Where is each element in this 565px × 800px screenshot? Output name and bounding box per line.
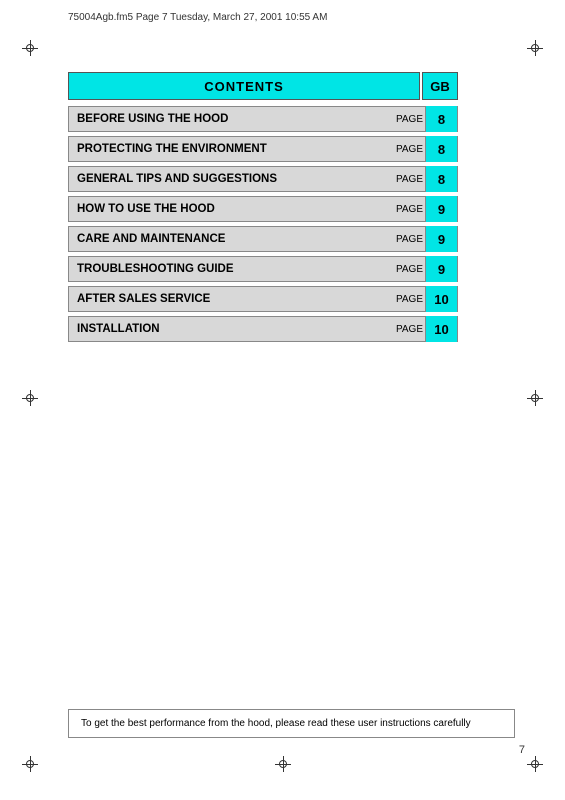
toc-page-word: PAGE [396, 294, 423, 305]
toc-row: HOW TO USE THE HOOD PAGE 9 [68, 196, 458, 222]
toc-item-page: PAGE 10 [377, 286, 457, 312]
toc-item-page: PAGE 9 [377, 226, 457, 252]
toc-item-label: GENERAL TIPS AND SUGGESTIONS [69, 173, 377, 185]
contents-gb-box: GB [422, 72, 458, 100]
toc-page-word: PAGE [396, 324, 423, 335]
toc-page-num: 9 [438, 232, 445, 247]
toc-row: CARE AND MAINTENANCE PAGE 9 [68, 226, 458, 252]
toc-page-num-box: 8 [425, 166, 457, 192]
toc-item-page: PAGE 8 [377, 166, 457, 192]
toc-item-page: PAGE 8 [377, 136, 457, 162]
toc-page-num-box: 9 [425, 256, 457, 282]
toc-item-label: INSTALLATION [69, 323, 377, 335]
crosshair-mid-left [22, 390, 38, 406]
toc-page-word: PAGE [396, 234, 423, 245]
crosshair-bot-left [22, 756, 38, 772]
page: 75004Agb.fm5 Page 7 Tuesday, March 27, 2… [0, 0, 565, 800]
crosshair-bot-right [527, 756, 543, 772]
contents-gb-label: GB [430, 79, 450, 94]
toc-page-num: 8 [438, 172, 445, 187]
toc-page-word: PAGE [396, 204, 423, 215]
toc-item-label: PROTECTING THE ENVIRONMENT [69, 143, 377, 155]
toc-page-num-box: 10 [425, 286, 457, 312]
toc-page-num-box: 8 [425, 106, 457, 132]
toc-page-num-box: 9 [425, 196, 457, 222]
page-number: 7 [519, 744, 525, 756]
toc-row: INSTALLATION PAGE 10 [68, 316, 458, 342]
toc-item-page: PAGE 9 [377, 196, 457, 222]
toc-page-num: 8 [438, 112, 445, 127]
toc-page-num: 10 [434, 322, 448, 337]
toc-item-label: HOW TO USE THE HOOD [69, 203, 377, 215]
toc-page-num: 9 [438, 262, 445, 277]
toc-page-num-box: 10 [425, 316, 457, 342]
toc-item-page: PAGE 8 [377, 106, 457, 132]
toc-page-word: PAGE [396, 144, 423, 155]
toc-item-page: PAGE 9 [377, 256, 457, 282]
toc-page-word: PAGE [396, 264, 423, 275]
toc-item-label: BEFORE USING THE HOOD [69, 113, 377, 125]
toc-row: PROTECTING THE ENVIRONMENT PAGE 8 [68, 136, 458, 162]
toc-item-label: TROUBLESHOOTING GUIDE [69, 263, 377, 275]
toc-page-num: 9 [438, 202, 445, 217]
toc-page-word: PAGE [396, 114, 423, 125]
crosshair-top-left [22, 40, 38, 56]
file-info: 75004Agb.fm5 Page 7 Tuesday, March 27, 2… [68, 12, 327, 23]
toc-item-label: CARE AND MAINTENANCE [69, 233, 377, 245]
contents-header: CONTENTS GB [68, 72, 458, 100]
toc-item-label: AFTER SALES SERVICE [69, 293, 377, 305]
bottom-note: To get the best performance from the hoo… [68, 709, 515, 738]
content-area: CONTENTS GB BEFORE USING THE HOODPAGE8PR… [68, 72, 458, 346]
crosshair-bot-center [275, 756, 291, 772]
toc-row: GENERAL TIPS AND SUGGESTIONS PAGE 8 [68, 166, 458, 192]
toc-page-num-box: 8 [425, 136, 457, 162]
toc-page-num-box: 9 [425, 226, 457, 252]
crosshair-top-right [527, 40, 543, 56]
toc-row: BEFORE USING THE HOOD PAGE 8 [68, 106, 458, 132]
toc-container: BEFORE USING THE HOODPAGE8PROTECTING THE… [68, 106, 458, 342]
toc-page-word: PAGE [396, 174, 423, 185]
crosshair-mid-right [527, 390, 543, 406]
contents-title: CONTENTS [204, 79, 284, 94]
toc-row: TROUBLESHOOTING GUIDE PAGE 9 [68, 256, 458, 282]
toc-row: AFTER SALES SERVICE PAGE 10 [68, 286, 458, 312]
toc-item-page: PAGE 10 [377, 316, 457, 342]
toc-page-num: 8 [438, 142, 445, 157]
contents-title-box: CONTENTS [68, 72, 420, 100]
toc-page-num: 10 [434, 292, 448, 307]
